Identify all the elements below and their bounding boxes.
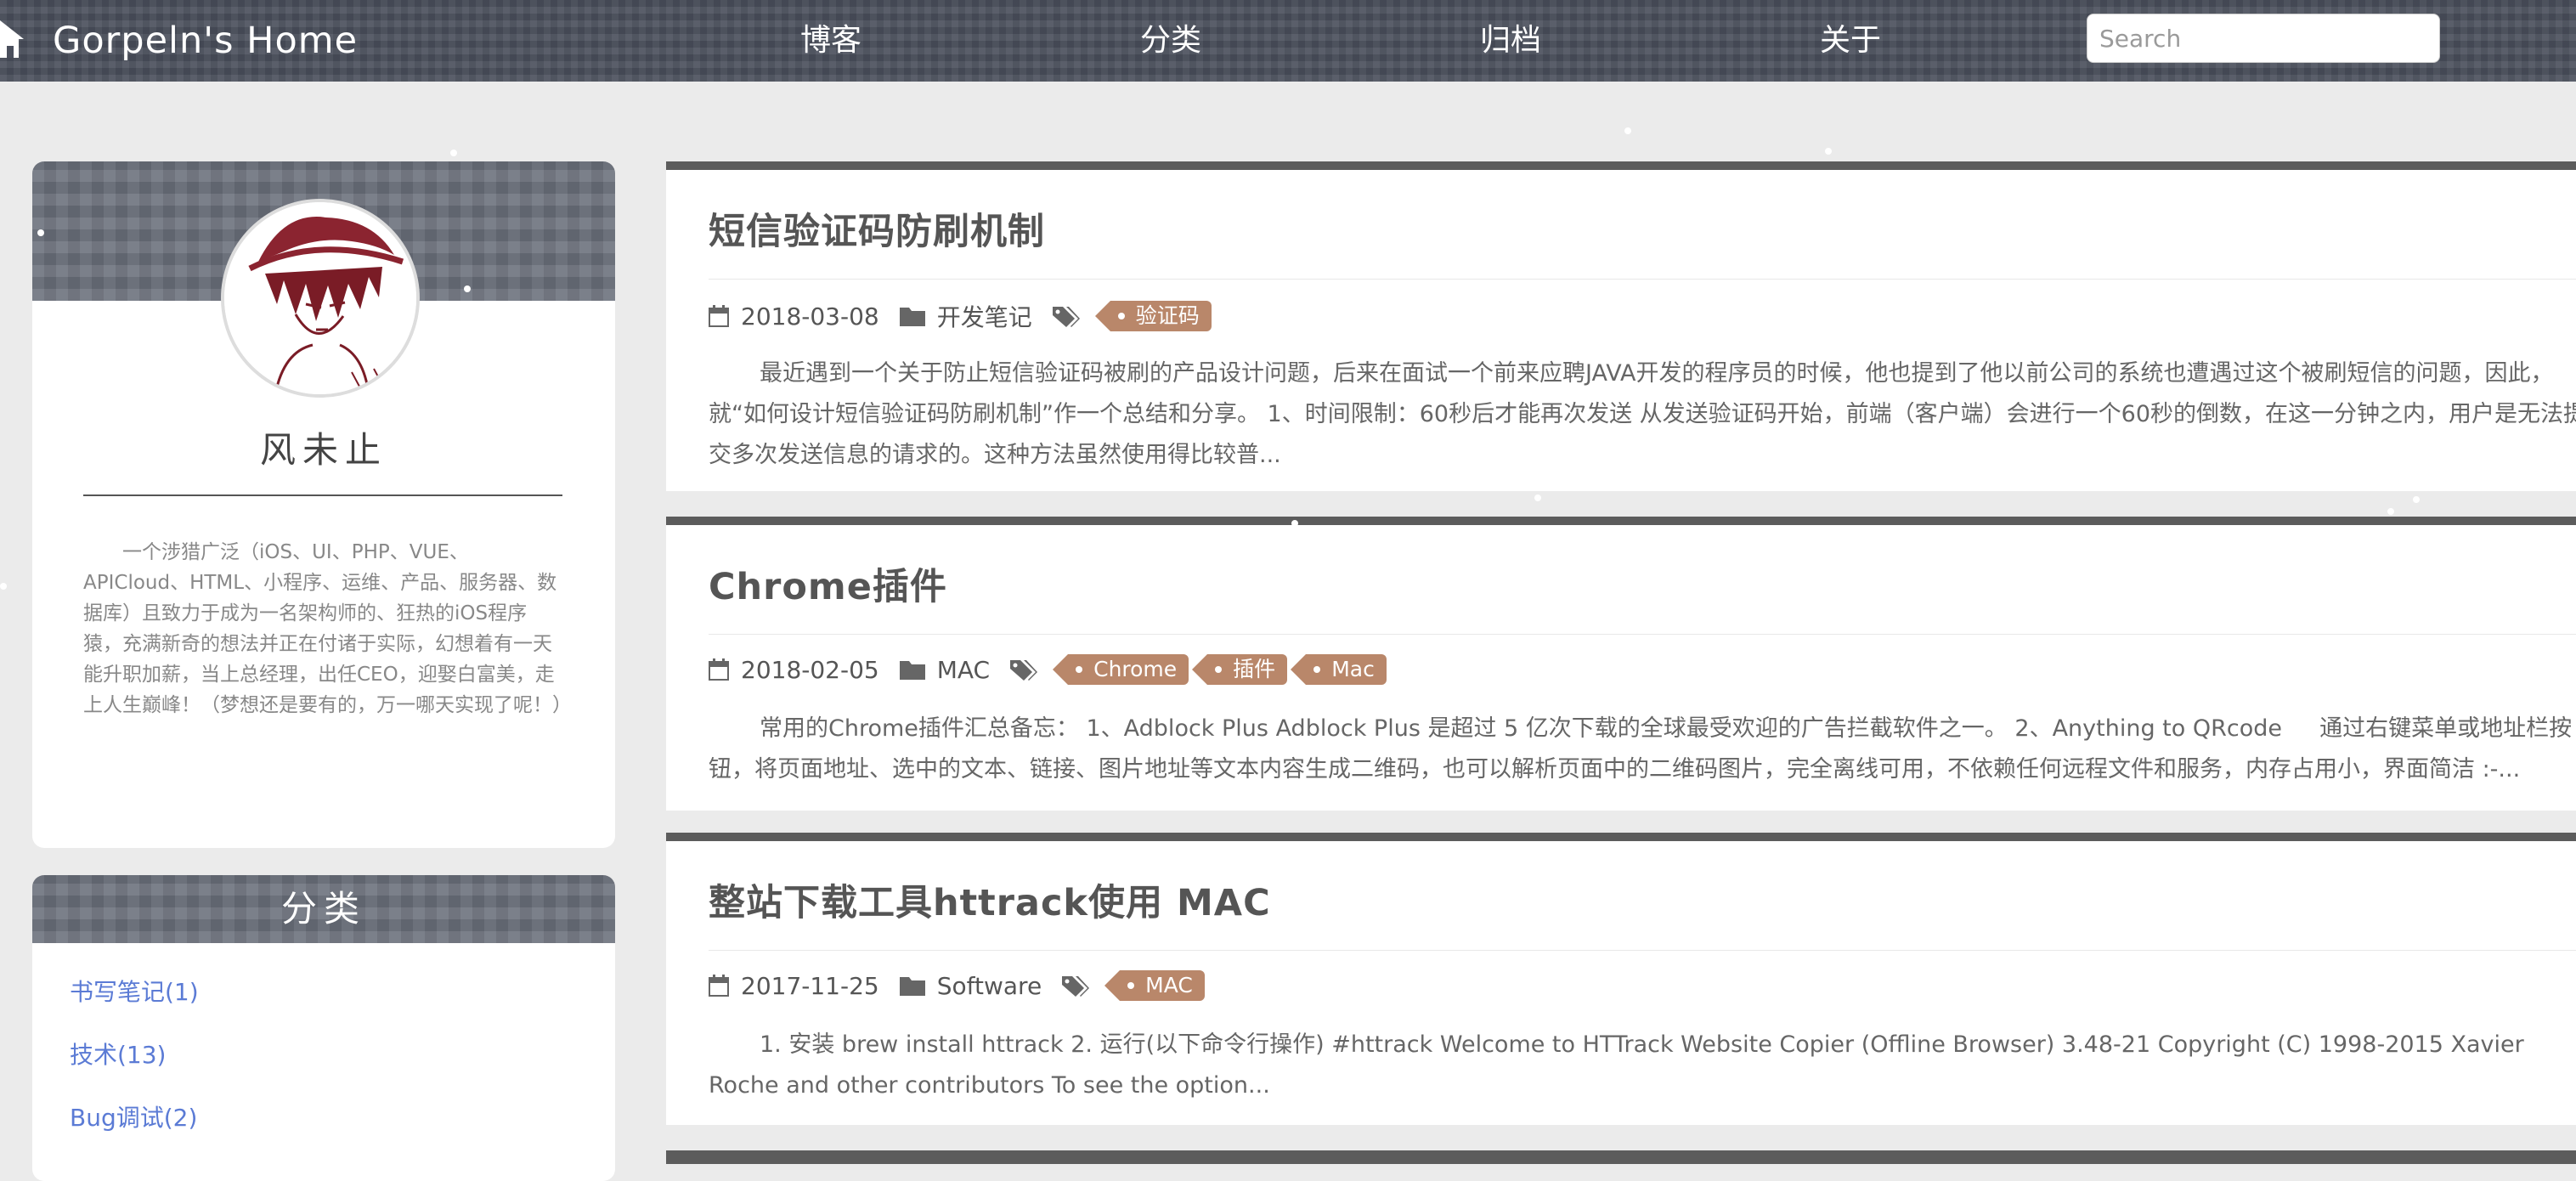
calendar-icon (709, 305, 729, 327)
author-name: 风未止 (259, 429, 387, 471)
snow-dot (0, 583, 7, 590)
tags-icon (1052, 307, 1080, 327)
post-date: 2018-03-08 (741, 302, 879, 331)
post-excerpt: 最近遇到一个关于防止短信验证码被刷的产品设计问题，后来在面试一个前来应聘JAVA… (709, 360, 2576, 468)
snow-dot (1534, 494, 1541, 501)
tags-icon (1062, 976, 1090, 997)
top-navbar: Gorpeln's Home 博客 分类 归档 关于 (0, 0, 2576, 82)
snow-dot (2387, 508, 2394, 515)
avatar-illustration (224, 202, 416, 394)
profile-card: 风未止 一个涉猎广泛（iOS、UI、PHP、VUE、APICloud、HTML、… (32, 161, 615, 848)
post-category[interactable]: 开发笔记 (937, 299, 1032, 333)
author-bio: 一个涉猎广泛（iOS、UI、PHP、VUE、APICloud、HTML、小程序、… (83, 541, 572, 716)
calendar-icon (709, 658, 729, 681)
title-divider (709, 279, 2576, 280)
nav-about[interactable]: 关于 (1820, 15, 1881, 66)
post-title[interactable]: 短信验证码防刷机制 (709, 202, 1045, 255)
nav-blog[interactable]: 博客 (800, 15, 861, 66)
search-input[interactable] (2087, 14, 2440, 63)
tag-chip[interactable]: Mac (1291, 654, 1387, 685)
category-link[interactable]: 书写笔记(1) (70, 974, 199, 1008)
snow-dot (1825, 148, 1832, 155)
snow-dot (2382, 484, 2389, 491)
post-card: 短信验证码防刷机制 2018-03-08 开发笔记 验证码 最近遇到一个关于防止… (666, 161, 2576, 491)
post-title[interactable]: Chrome插件 (709, 557, 947, 610)
home-icon[interactable] (0, 17, 31, 61)
post-meta: 2017-11-25 Software MAC (709, 970, 1205, 1001)
post-date: 2018-02-05 (741, 655, 879, 684)
folder-icon (899, 308, 925, 326)
post-meta: 2018-03-08 开发笔记 验证码 (709, 299, 1212, 333)
snow-dot (1291, 520, 1298, 527)
post-excerpt: 1. 安装 brew install httrack 2. 运行(以下命令行操作… (709, 1031, 2524, 1099)
folder-icon (899, 977, 925, 996)
snow-dot (450, 150, 457, 156)
avatar (221, 199, 420, 398)
snow-dot (464, 285, 471, 292)
category-link[interactable]: Bug调试(2) (70, 1099, 197, 1133)
snow-dot (2413, 496, 2420, 503)
title-divider (709, 950, 2576, 951)
post-excerpt: 常用的Chrome插件汇总备忘： 1、Adblock Plus Adblock … (709, 715, 2573, 783)
tags-icon (1010, 660, 1038, 681)
next-post-edge (666, 1150, 2576, 1164)
tag-chip[interactable]: 插件 (1192, 654, 1288, 685)
categories-card: 分类 书写笔记(1) 技术(13) Bug调试(2) (32, 875, 615, 1181)
post-card: Chrome插件 2018-02-05 MAC Chrome 插件 Mac 常用… (666, 517, 2576, 811)
site-brand[interactable]: Gorpeln's Home (53, 15, 358, 66)
tag-chip[interactable]: 验证码 (1094, 301, 1212, 331)
nav-categories[interactable]: 分类 (1140, 15, 1201, 66)
snow-dot (37, 229, 44, 236)
category-link[interactable]: 技术(13) (70, 1037, 166, 1071)
post-category[interactable]: MAC (937, 656, 990, 684)
tag-chip[interactable]: Chrome (1053, 654, 1189, 685)
snow-dot (1624, 127, 1631, 134)
profile-divider (83, 494, 562, 496)
title-divider (709, 634, 2576, 635)
post-category[interactable]: Software (937, 972, 1042, 1000)
post-title[interactable]: 整站下载工具httrack使用 MAC (709, 873, 1271, 926)
tag-chip[interactable]: MAC (1104, 970, 1205, 1001)
nav-archive[interactable]: 归档 (1480, 15, 1541, 66)
categories-title: 分类 (32, 875, 615, 943)
post-card: 整站下载工具httrack使用 MAC 2017-11-25 Software … (666, 833, 2576, 1125)
calendar-icon (709, 975, 729, 997)
post-meta: 2018-02-05 MAC Chrome 插件 Mac (709, 654, 1387, 685)
post-date: 2017-11-25 (741, 971, 879, 1000)
folder-icon (899, 661, 925, 680)
